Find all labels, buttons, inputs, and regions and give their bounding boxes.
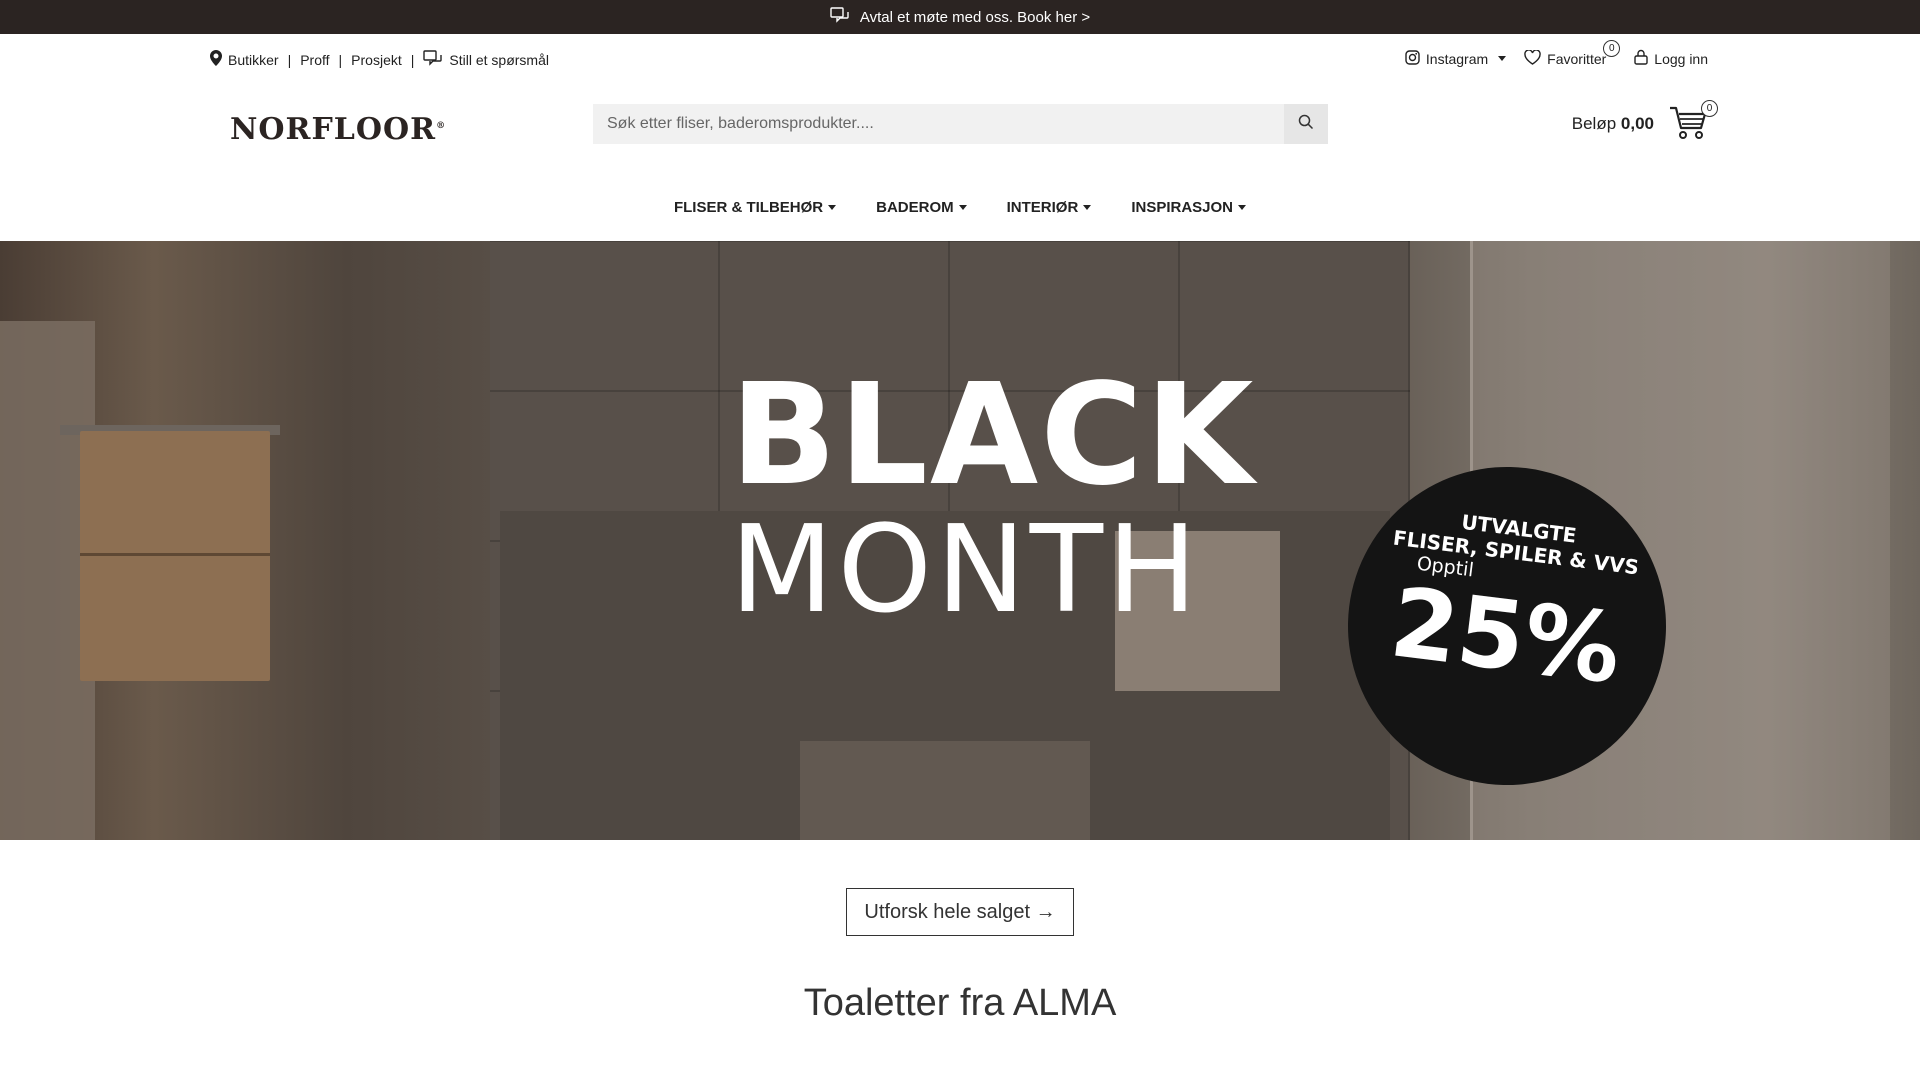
book-meeting-link[interactable]: Avtal et møte med oss. Book her > [860, 9, 1090, 26]
hero-headline-line1: BLACK [730, 354, 1256, 517]
heart-icon [1524, 48, 1541, 68]
hero-banner[interactable]: BLACK MONTH UTVALGTE FLISER, SPILER & VV… [0, 241, 1920, 840]
chat-icon [423, 50, 443, 69]
cart-button[interactable]: 0 [1668, 100, 1718, 146]
site-header: NORFLOOR® Beløp 0,00 0 [0, 86, 1920, 174]
pro-link[interactable]: Proff [300, 52, 329, 68]
shopping-cart-icon [1668, 106, 1708, 146]
utility-bar: Butikker | Proff | Prosjekt | Still et s… [0, 34, 1920, 86]
chevron-down-icon [1498, 56, 1507, 61]
ask-question-link[interactable]: Still et spørsmål [423, 50, 549, 69]
section-title: Toaletter fra ALMA [803, 982, 1117, 1024]
chevron-down-icon [1238, 204, 1247, 210]
search-input[interactable] [593, 104, 1284, 144]
hero-headline: BLACK MONTH [730, 354, 1256, 640]
favorites-label: Favoritter [1547, 50, 1607, 67]
cart-count-badge: 0 [1701, 100, 1718, 117]
cart-amount-label: Beløp [1571, 114, 1617, 133]
norfloor-logo[interactable]: NORFLOOR® [230, 112, 446, 147]
search-bar [593, 104, 1328, 144]
instagram-icon [1405, 49, 1420, 68]
stores-link[interactable]: Butikker [210, 50, 279, 69]
favorites-link[interactable]: Favoritter 0 [1524, 39, 1621, 68]
map-pin-icon [210, 50, 222, 69]
explore-sale-button[interactable]: Utforsk hele salget → [846, 888, 1074, 936]
chevron-down-icon [1083, 204, 1092, 210]
announcement-bar: Avtal et møte med oss. Book her > [0, 0, 1920, 34]
chevron-down-icon [958, 204, 967, 210]
main-navigation: FLISER & TILBEHØR BADEROM INTERIØR INSPI… [0, 174, 1920, 240]
login-link[interactable]: Logg inn [1634, 49, 1708, 68]
nav-bathroom[interactable]: BADEROM [876, 199, 967, 216]
registered-mark: ® [436, 121, 447, 131]
stores-label: Butikker [228, 51, 279, 68]
cart-amount: Beløp 0,00 [1572, 114, 1654, 134]
hero-cabinet-decor [80, 431, 270, 681]
project-label: Prosjekt [351, 51, 402, 68]
chevron-down-icon [828, 204, 837, 210]
nav-label: FLISER & TILBEHØR [673, 198, 824, 216]
utility-right-links: Instagram Favoritter 0 Logg inn [1405, 39, 1708, 68]
search-icon [1298, 114, 1314, 135]
divider: | [338, 51, 343, 68]
discount-badge-percent: 25% [1384, 566, 1627, 706]
explore-sale-label: Utforsk hele salget → [864, 900, 1056, 923]
cart-summary: Beløp 0,00 0 [1572, 100, 1718, 146]
nav-tiles-accessories[interactable]: FLISER & TILBEHØR [673, 198, 837, 216]
cart-amount-value: 0,00 [1620, 114, 1654, 133]
logo-text: NORFLOOR [230, 112, 437, 147]
nav-label: BADEROM [876, 198, 954, 216]
pro-label: Proff [300, 51, 330, 68]
hero-headline-line2: MONTH [730, 501, 1202, 640]
nav-interior[interactable]: INTERIØR [1007, 199, 1092, 216]
divider: | [287, 51, 292, 68]
divider: | [410, 51, 415, 68]
utility-left-links: Butikker | Proff | Prosjekt | Still et s… [210, 50, 549, 69]
instagram-label: Instagram [1425, 50, 1489, 67]
instagram-dropdown[interactable]: Instagram [1405, 49, 1507, 68]
hero-step-decor [800, 741, 1090, 840]
nav-label: INSPIRASJON [1131, 198, 1234, 216]
ask-question-label: Still et spørsmål [449, 51, 549, 68]
nav-inspiration[interactable]: INSPIRASJON [1131, 198, 1247, 216]
nav-label: INTERIØR [1006, 198, 1079, 216]
lock-icon [1634, 49, 1648, 68]
project-link[interactable]: Prosjekt [351, 52, 402, 68]
search-button[interactable] [1284, 104, 1328, 144]
favorites-count-badge: 0 [1603, 39, 1621, 57]
login-label: Logg inn [1654, 50, 1708, 67]
chat-icon [830, 7, 850, 27]
